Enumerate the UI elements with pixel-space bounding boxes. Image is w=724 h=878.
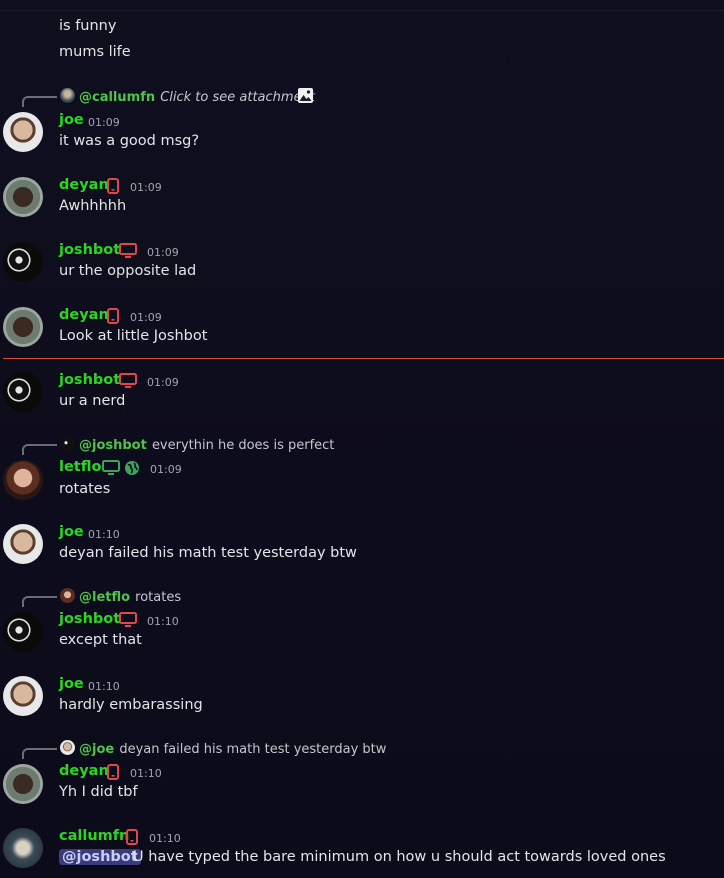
timestamp: 01:09 <box>147 246 179 259</box>
timestamp: 01:09 <box>88 116 120 129</box>
avatar-joe[interactable] <box>3 112 43 152</box>
username[interactable]: joshbot <box>59 372 120 388</box>
message-text: ur a nerd <box>59 393 126 409</box>
avatar-joe[interactable] <box>3 676 43 716</box>
reply-avatar[interactable] <box>60 88 75 103</box>
username[interactable]: callumfn <box>59 828 129 844</box>
reply-avatar[interactable] <box>60 740 75 755</box>
phone-icon <box>107 178 119 194</box>
reply-avatar[interactable] <box>60 436 75 451</box>
message-text: it was a good msg? <box>59 133 200 149</box>
timestamp: 01:10 <box>149 832 181 845</box>
avatar-letflo[interactable] <box>3 460 43 500</box>
timestamp: 01:10 <box>147 615 179 628</box>
desktop-icon <box>102 460 120 475</box>
avatar-joe[interactable] <box>3 524 43 564</box>
reply-connector <box>22 748 57 759</box>
timestamp: 01:10 <box>130 767 162 780</box>
message-text: ur the opposite lad <box>59 263 197 279</box>
username[interactable]: letflo <box>59 459 101 475</box>
avatar-joshbot[interactable] <box>3 612 43 652</box>
avatar-deyan[interactable] <box>3 764 43 804</box>
top-separator <box>0 10 724 11</box>
desktop-icon <box>119 243 137 258</box>
reply-username[interactable]: @joe <box>79 742 114 757</box>
message-text: is funny <box>59 18 117 34</box>
username[interactable]: deyan <box>59 763 109 779</box>
new-messages-divider <box>3 358 724 359</box>
image-attachment-icon[interactable] <box>297 87 314 104</box>
globe-icon <box>125 461 139 475</box>
username[interactable]: deyan <box>59 177 109 193</box>
avatar-deyan[interactable] <box>3 307 43 347</box>
reply-text[interactable]: Click to see attachment <box>160 90 315 105</box>
message-text: mums life <box>59 44 131 60</box>
message-text: U have typed the bare minimum on how u s… <box>133 849 666 865</box>
reply-preview[interactable]: @joe deyan failed his math test yesterda… <box>79 740 386 758</box>
message-text: deyan failed his math test yesterday btw <box>59 545 357 561</box>
message-text: Look at little Joshbot <box>59 328 208 344</box>
reply-connector <box>22 96 57 107</box>
username[interactable]: joshbot <box>59 242 120 258</box>
message-text: except that <box>59 632 142 648</box>
message-text: rotates <box>59 481 111 497</box>
reply-connector <box>22 444 57 455</box>
reply-text[interactable]: everythin he does is perfect <box>152 438 334 453</box>
username[interactable]: deyan <box>59 307 109 323</box>
avatar-deyan[interactable] <box>3 177 43 217</box>
reply-text[interactable]: deyan failed his math test yesterday btw <box>119 742 386 757</box>
user-mention[interactable]: @joshbot <box>59 849 141 865</box>
message-text: Yh I did tbf <box>59 784 138 800</box>
reply-avatar[interactable] <box>60 588 75 603</box>
username[interactable]: joe <box>59 524 84 540</box>
avatar-joshbot[interactable] <box>3 242 43 282</box>
username[interactable]: joe <box>59 676 84 692</box>
reply-username[interactable]: @letflo <box>79 590 130 605</box>
reply-text[interactable]: rotates <box>135 590 181 605</box>
phone-icon <box>107 308 119 324</box>
avatar-joshbot[interactable] <box>3 372 43 412</box>
timestamp: 01:09 <box>147 376 179 389</box>
reply-preview[interactable]: @joshbot everythin he does is perfect <box>79 436 334 454</box>
message-text: hardly embarassing <box>59 697 203 713</box>
avatar-callumfn[interactable] <box>3 828 43 868</box>
timestamp: 01:09 <box>130 311 162 324</box>
phone-icon <box>126 829 138 845</box>
username[interactable]: joshbot <box>59 611 120 627</box>
desktop-icon <box>119 373 137 388</box>
desktop-icon <box>119 612 137 627</box>
timestamp: 01:09 <box>130 181 162 194</box>
message-text: Awhhhhh <box>59 198 127 214</box>
timestamp: 01:10 <box>88 680 120 693</box>
phone-icon <box>107 764 119 780</box>
timestamp: 01:10 <box>88 528 120 541</box>
reply-username[interactable]: @callumfn <box>79 90 155 105</box>
timestamp: 01:09 <box>150 463 182 476</box>
reply-preview[interactable]: @callumfn Click to see attachment <box>79 88 315 106</box>
reply-preview[interactable]: @letflo rotates <box>79 588 181 606</box>
username[interactable]: joe <box>59 112 84 128</box>
reply-connector <box>22 596 57 607</box>
reply-username[interactable]: @joshbot <box>79 438 147 453</box>
